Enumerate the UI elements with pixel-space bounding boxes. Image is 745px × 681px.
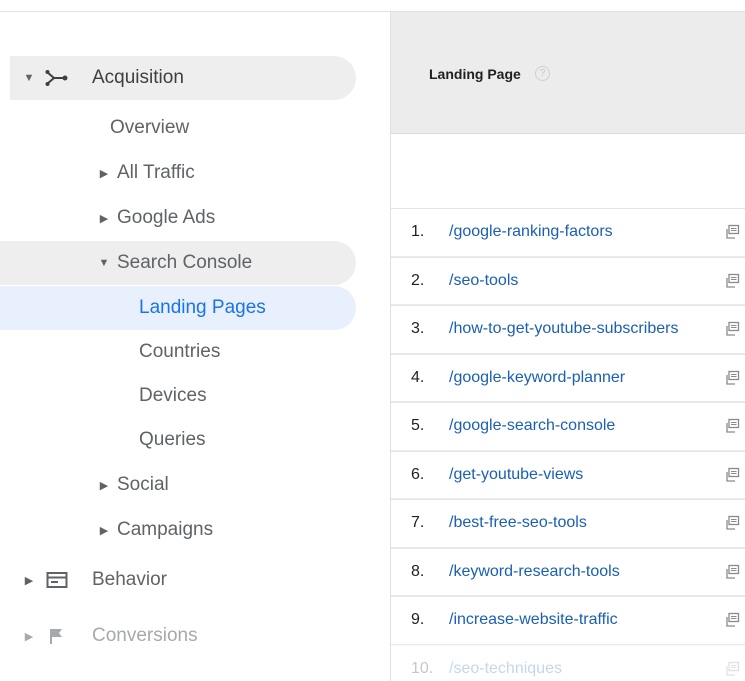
sidebar-item-label: Countries	[139, 341, 221, 362]
sidebar-section-behavior[interactable]: ▶ Behavior	[10, 558, 356, 602]
open-in-new-icon[interactable]	[724, 224, 740, 240]
open-in-new-icon[interactable]	[724, 467, 740, 483]
row-number: 9.	[411, 611, 425, 629]
landing-page-link[interactable]: /get-youtube-views	[449, 466, 583, 484]
open-in-new-icon[interactable]	[724, 321, 740, 337]
landing-page-link[interactable]: /how-to-get-youtube-subscribers	[449, 320, 678, 338]
row-number: 5.	[411, 417, 425, 435]
landing-page-link[interactable]: /keyword-research-tools	[449, 563, 620, 581]
sidebar-item-label: All Traffic	[117, 162, 195, 183]
caret-right-icon: ▶	[99, 524, 109, 537]
sidebar-item-label: Overview	[110, 117, 190, 138]
landing-page-link[interactable]: /google-ranking-factors	[449, 223, 613, 241]
table-row: 1. /google-ranking-factors	[391, 208, 745, 257]
landing-pages-table: Landing Page ? 1. /google-ranking-factor…	[390, 12, 745, 681]
row-number: 3.	[411, 320, 425, 338]
sidebar-item-search-console[interactable]: ▼ Search Console	[0, 241, 356, 285]
sidebar-item-label: Social	[117, 474, 169, 495]
landing-page-link[interactable]: /google-search-console	[449, 417, 615, 435]
sidebar-item-social[interactable]: ▶ Social	[0, 463, 356, 507]
open-in-new-icon[interactable]	[724, 515, 740, 531]
sidebar-section-acquisition[interactable]: ▼ Acquisition	[10, 56, 356, 100]
sidebar-nav: ▼ Acquisition Overview ▶ All Traffic ▶ G…	[0, 12, 390, 681]
sidebar-section-label: Behavior	[92, 569, 167, 590]
caret-down-icon: ▼	[23, 72, 35, 84]
landing-page-link[interactable]: /seo-techniques	[449, 660, 562, 678]
caret-down-icon: ▼	[98, 257, 110, 269]
sidebar-item-countries[interactable]: Countries	[0, 330, 356, 374]
table-row: 10. /seo-techniques	[391, 644, 745, 681]
row-number: 6.	[411, 465, 425, 483]
sidebar-section-label: Acquisition	[92, 67, 184, 88]
table-row: 5. /google-search-console	[391, 402, 745, 451]
caret-right-icon: ▶	[24, 574, 34, 587]
open-in-new-icon[interactable]	[724, 273, 740, 289]
landing-page-link[interactable]: /google-keyword-planner	[449, 369, 625, 387]
table-body: 1. /google-ranking-factors 2. /seo-tools…	[391, 208, 745, 681]
sidebar-item-label: Queries	[139, 429, 206, 450]
sidebar-item-google-ads[interactable]: ▶ Google Ads	[0, 196, 356, 240]
table-header: Landing Page ?	[391, 12, 745, 134]
sidebar-item-devices[interactable]: Devices	[0, 374, 356, 418]
sidebar-item-label: Google Ads	[117, 207, 216, 228]
table-row: 8. /keyword-research-tools	[391, 547, 745, 596]
open-in-new-icon[interactable]	[724, 370, 740, 386]
caret-right-icon: ▶	[24, 630, 34, 643]
behavior-icon	[42, 568, 72, 592]
table-row: 9. /increase-website-traffic	[391, 596, 745, 645]
caret-right-icon: ▶	[99, 212, 109, 225]
sidebar-item-overview[interactable]: Overview	[0, 106, 356, 150]
sidebar-section-label: Conversions	[92, 625, 198, 646]
row-number: 1.	[411, 223, 425, 241]
open-in-new-icon[interactable]	[724, 564, 740, 580]
caret-right-icon: ▶	[99, 479, 109, 492]
table-row: 2. /seo-tools	[391, 256, 745, 305]
sidebar-section-conversions[interactable]: ▶ Conversions	[10, 614, 356, 658]
row-number: 4.	[411, 368, 425, 386]
acquisition-icon	[42, 66, 72, 90]
landing-page-link[interactable]: /increase-website-traffic	[449, 611, 618, 629]
open-in-new-icon[interactable]	[724, 661, 740, 677]
table-row: 4. /google-keyword-planner	[391, 353, 745, 402]
sidebar-item-all-traffic[interactable]: ▶ All Traffic	[0, 151, 356, 195]
open-in-new-icon[interactable]	[724, 612, 740, 628]
row-number: 7.	[411, 514, 425, 532]
landing-page-link[interactable]: /seo-tools	[449, 272, 518, 290]
row-number: 8.	[411, 562, 425, 580]
table-row: 3. /how-to-get-youtube-subscribers	[391, 305, 745, 354]
flag-icon	[42, 624, 72, 648]
row-number: 2.	[411, 271, 425, 289]
landing-page-link[interactable]: /best-free-seo-tools	[449, 514, 587, 532]
help-icon[interactable]: ?	[535, 66, 550, 81]
sidebar-item-label: Search Console	[117, 252, 253, 273]
column-header-landing-page[interactable]: Landing Page	[429, 66, 521, 82]
sidebar-item-label: Landing Pages	[139, 297, 266, 318]
sidebar-item-campaigns[interactable]: ▶ Campaigns	[0, 508, 356, 552]
sidebar-item-queries[interactable]: Queries	[0, 418, 356, 462]
open-in-new-icon[interactable]	[724, 418, 740, 434]
row-number: 10.	[411, 659, 434, 677]
table-row: 6. /get-youtube-views	[391, 450, 745, 499]
top-border	[0, 0, 745, 12]
table-header-spacer	[391, 134, 745, 208]
table-row: 7. /best-free-seo-tools	[391, 499, 745, 548]
sidebar-item-label: Devices	[139, 385, 207, 406]
sidebar-item-label: Campaigns	[117, 519, 214, 540]
caret-right-icon: ▶	[99, 167, 109, 180]
sidebar-item-landing-pages[interactable]: Landing Pages	[0, 286, 356, 330]
